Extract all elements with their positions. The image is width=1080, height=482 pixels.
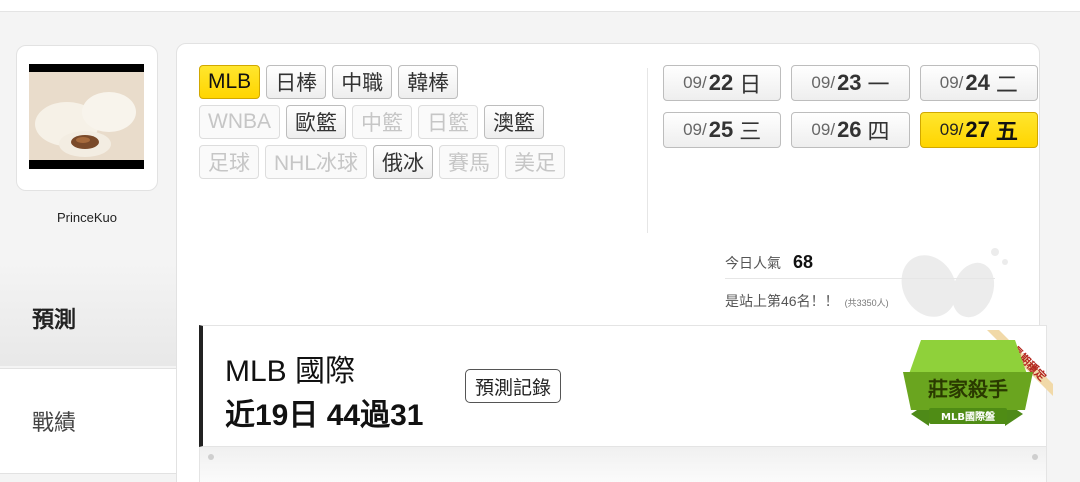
rank-total: (共3350人) (844, 298, 889, 308)
screw-icon (1032, 454, 1038, 460)
league-title: MLB 國際 (225, 355, 356, 388)
sport-tag-mlb[interactable]: MLB (199, 65, 261, 99)
main-panel: MLB 日棒 中職 韓棒 WNBA 歐籃 中籃 日籃 澳籃 足球 NHL冰球 俄… (176, 43, 1053, 482)
sport-tag-soccer: 足球 (199, 145, 259, 179)
date-day: 24 (965, 70, 990, 95)
avatar (29, 64, 144, 169)
sport-tag-cpbl[interactable]: 中職 (332, 65, 393, 99)
page-top-edge (0, 0, 1080, 12)
date-weekday: 一 (867, 72, 890, 97)
date-weekday: 日 (739, 72, 762, 97)
date-day: 22 (708, 70, 734, 95)
sport-tag-chinese-basketball: 中籃 (352, 105, 412, 139)
date-month: 09/ (939, 120, 964, 139)
date-month: 09/ (683, 73, 707, 92)
date-weekday: 五 (995, 119, 1018, 144)
butterfly-watermark (901, 248, 1008, 318)
sport-row: WNBA 歐籃 中籃 日籃 澳籃 (199, 105, 639, 139)
sport-tag-australia-basketball[interactable]: 澳籃 (484, 105, 544, 139)
record-summary: 近19日 44過31 (225, 399, 424, 432)
date-weekday: 三 (739, 119, 762, 144)
sport-tag-nhl: NHL冰球 (265, 145, 368, 179)
date-row: 09/25 三 09/26 四 09/27 五 (663, 112, 1038, 148)
sidenav-item-label: 預測 (32, 307, 77, 332)
filter-divider (647, 68, 648, 233)
date-day: 26 (837, 117, 862, 142)
date-row: 09/22 日 09/23 一 09/24 二 (663, 65, 1038, 101)
sport-row: MLB 日棒 中職 韓棒 (199, 65, 639, 99)
date-month: 09/ (939, 73, 964, 92)
sport-tag-npb[interactable]: 日棒 (266, 65, 327, 99)
section-divider (199, 447, 1047, 482)
sport-tag-horse-racing: 賽馬 (439, 145, 500, 179)
date-button[interactable]: 09/23 一 (791, 65, 910, 101)
sidenav-item-records[interactable]: 戰績 (0, 368, 178, 474)
date-day: 23 (837, 70, 862, 95)
prediction-history-button[interactable]: 預測記錄 (465, 369, 562, 403)
bookmaker-killer-badge: 長期穩定 莊家殺手 MLB國際盤 (903, 330, 1053, 426)
date-month: 09/ (811, 73, 836, 92)
date-month: 09/ (811, 120, 836, 139)
sport-tag-kbo[interactable]: 韓棒 (398, 65, 459, 99)
badge-title: 莊家殺手 (928, 377, 1008, 401)
avatar-image (29, 64, 144, 169)
badge-subtitle: MLB國際盤 (941, 410, 996, 423)
sport-filter: MLB 日棒 中職 韓棒 WNBA 歐籃 中籃 日籃 澳籃 足球 NHL冰球 俄… (199, 65, 639, 185)
avatar-card[interactable] (16, 45, 158, 191)
date-day: 25 (708, 117, 734, 142)
sidenav-item-predictions[interactable]: 預測 (0, 262, 178, 366)
date-month: 09/ (683, 120, 707, 139)
sport-tag-wnba: WNBA (199, 105, 280, 139)
sidenav-item-label: 戰績 (32, 410, 77, 435)
date-button[interactable]: 09/27 五 (919, 112, 1038, 148)
rank-stat: 是站上第46名！！ (共3350人) (725, 291, 889, 311)
record-card: MLB 國際 近19日 44過31 預測記錄 長期穩定 莊家殺手 MLB國際盤 (199, 325, 1053, 447)
date-weekday: 二 (995, 72, 1018, 97)
date-button[interactable]: 09/26 四 (791, 112, 910, 148)
popularity-value: 68 (793, 252, 814, 272)
date-weekday: 四 (867, 119, 890, 144)
sport-row: 足球 NHL冰球 俄冰 賽馬 美足 (199, 145, 639, 179)
rank-text: 是站上第46名！！ (725, 293, 839, 309)
sport-tag-russian-hockey[interactable]: 俄冰 (373, 145, 434, 179)
screw-icon (208, 454, 214, 460)
sport-tag-american-football: 美足 (505, 145, 566, 179)
date-day: 27 (965, 117, 990, 142)
date-button[interactable]: 09/25 三 (663, 112, 782, 148)
date-button[interactable]: 09/22 日 (663, 65, 782, 101)
date-button[interactable]: 09/24 二 (919, 65, 1038, 101)
date-selector: 09/22 日 09/23 一 09/24 二 09/25 三 09/26 四 09/27… (663, 65, 1038, 159)
popularity-stat: 今日人氣 68 (725, 247, 995, 279)
sport-tag-euro-basketball[interactable]: 歐籃 (286, 105, 346, 139)
sport-tag-japan-basketball: 日籃 (418, 105, 478, 139)
username: PrinceKuo (57, 210, 117, 225)
popularity-label: 今日人氣 (725, 254, 781, 271)
